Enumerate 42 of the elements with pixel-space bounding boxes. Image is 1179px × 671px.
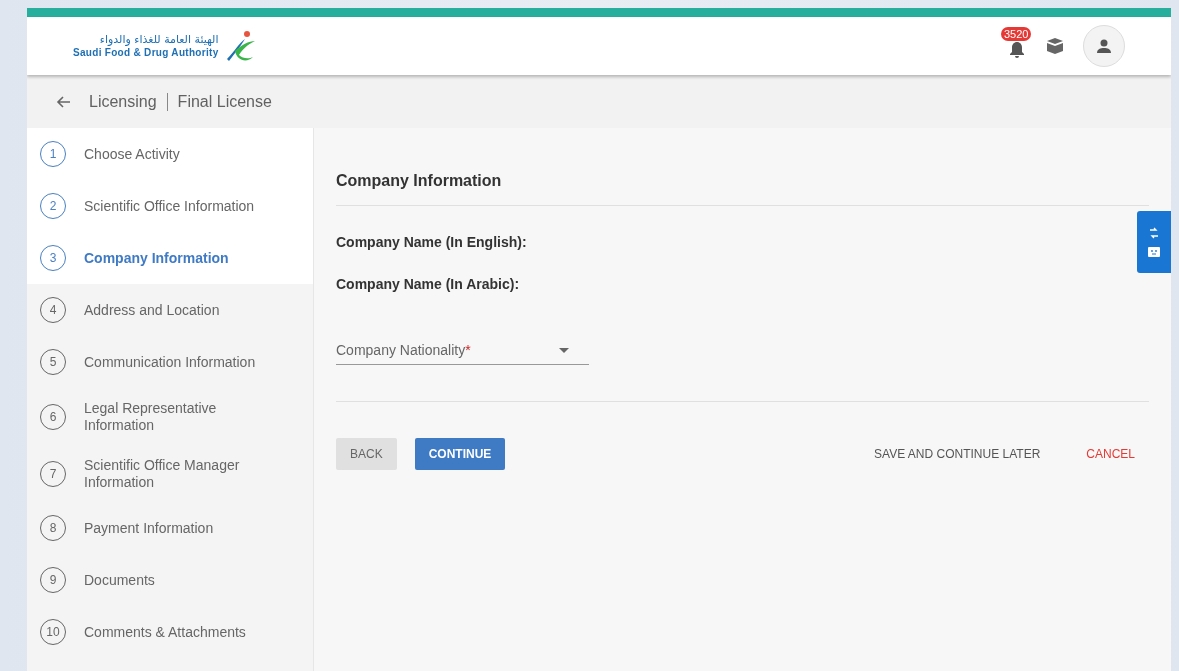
chat-face-icon bbox=[1148, 247, 1160, 257]
bell-icon[interactable] bbox=[1007, 40, 1027, 60]
step-item[interactable]: 1 Choose Activity bbox=[27, 128, 313, 180]
breadcrumb-item[interactable]: Final License bbox=[177, 92, 272, 111]
swap-arrows-icon bbox=[1149, 227, 1159, 239]
nationality-dropdown[interactable]: Company Nationality* bbox=[336, 342, 589, 365]
breadcrumb-item[interactable]: Licensing bbox=[89, 92, 157, 111]
step-item[interactable]: 3 Company Information bbox=[27, 232, 313, 284]
step-label: Address and Location bbox=[84, 301, 221, 319]
step-item[interactable]: 8 Payment Information bbox=[27, 502, 313, 554]
save-later-button[interactable]: SAVE AND CONTINUE LATER bbox=[860, 438, 1055, 470]
side-tool-tab[interactable] bbox=[1137, 211, 1171, 273]
caret-icon bbox=[559, 347, 569, 353]
user-icon bbox=[1095, 37, 1113, 55]
step-item[interactable]: 4 Address and Location bbox=[27, 284, 313, 336]
step-item[interactable]: 10 Comments & Attachments bbox=[27, 606, 313, 658]
section-title: Company Information bbox=[336, 172, 503, 190]
back-arrow-icon[interactable] bbox=[55, 93, 71, 110]
box-icon[interactable] bbox=[1045, 37, 1065, 55]
user-avatar-button[interactable] bbox=[1083, 25, 1125, 67]
step-label: Documents bbox=[84, 571, 156, 589]
step-item[interactable]: 7 Scientific Office Manager Information bbox=[27, 445, 313, 502]
step-label: Scientific Office Manager Information bbox=[84, 457, 241, 490]
step-label: Legal Representative Information bbox=[84, 400, 218, 433]
logo-english-text: Saudi Food & Drug Authority bbox=[73, 46, 219, 58]
step-item[interactable]: 6 Legal Representative Information bbox=[27, 388, 313, 445]
step-label: Choose Activity bbox=[84, 145, 181, 163]
field-label: Company Name (In Arabic): bbox=[336, 276, 521, 292]
step-item[interactable]: 2 Scientific Office Information bbox=[27, 180, 313, 232]
notification-badge: 3520 bbox=[1001, 27, 1032, 41]
step-label: Communication Information bbox=[84, 353, 257, 371]
cancel-button[interactable]: CANCEL bbox=[1072, 438, 1149, 470]
step-item[interactable]: 9 Documents bbox=[27, 554, 313, 606]
logo-arabic-text: الهيئة العامة للغذاء والدواء bbox=[99, 34, 219, 47]
field-label: Company Name (In English): bbox=[336, 234, 528, 250]
back-button[interactable]: BACK bbox=[336, 438, 397, 470]
step-label: Scientific Office Information bbox=[84, 197, 256, 215]
step-label: Company Information bbox=[84, 249, 230, 267]
step-item[interactable]: 5 Communication Information bbox=[27, 336, 313, 388]
continue-button[interactable]: CONTINUE bbox=[414, 438, 506, 470]
step-label: Payment Information bbox=[84, 519, 215, 537]
step-label: Comments & Attachments bbox=[84, 623, 247, 641]
